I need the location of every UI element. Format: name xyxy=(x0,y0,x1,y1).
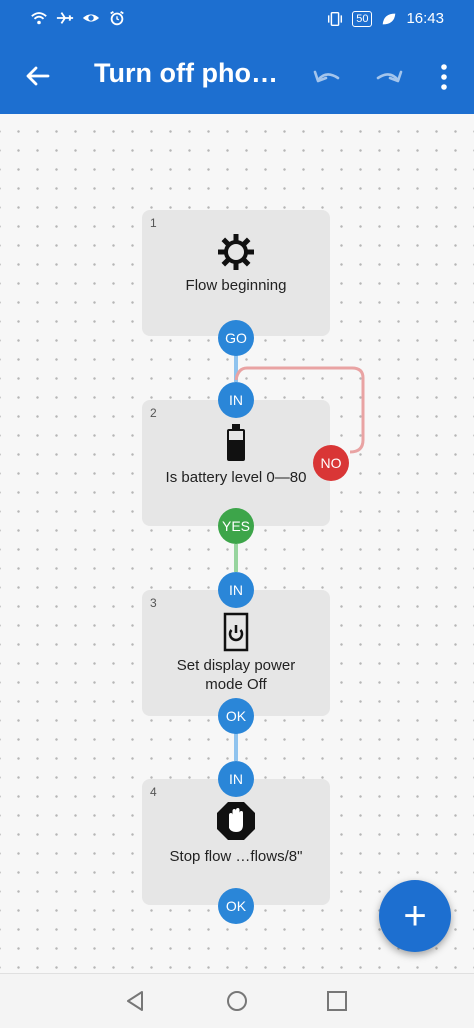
flow-card-4[interactable]: 4 Stop flow …flows/8" xyxy=(142,779,330,905)
recents-square-icon[interactable] xyxy=(323,987,351,1015)
redo-icon[interactable] xyxy=(372,62,406,92)
status-right-icons: 50 16:43 xyxy=(326,10,444,27)
battery-icon xyxy=(227,424,245,461)
card-label-line1: Set display power xyxy=(176,657,296,674)
airplane-icon xyxy=(56,12,74,24)
eye-icon xyxy=(82,14,100,22)
leaf-icon xyxy=(383,13,396,24)
back-arrow-icon[interactable] xyxy=(22,60,54,92)
status-left-icons xyxy=(30,10,126,26)
card-label-line2: mode Off xyxy=(205,676,267,693)
port-yes[interactable]: YES xyxy=(218,508,254,544)
port-go[interactable]: GO xyxy=(218,320,254,356)
card-number: 4 xyxy=(150,785,157,799)
home-circle-icon[interactable] xyxy=(223,987,251,1015)
battery-level: 50 xyxy=(352,10,373,27)
port-in[interactable]: IN xyxy=(218,382,254,418)
card-number: 3 xyxy=(150,596,157,610)
card-number: 1 xyxy=(150,216,157,230)
flow-title: Turn off pho… xyxy=(94,58,278,88)
gear-icon xyxy=(218,234,254,270)
vibrate-icon xyxy=(328,11,343,26)
card-label: Flow beginning xyxy=(185,277,287,294)
port-ok[interactable]: OK xyxy=(218,698,254,734)
flow-card-1[interactable]: 1 Flow beginning xyxy=(142,210,330,336)
port-no[interactable]: NO xyxy=(313,445,349,481)
card-number: 2 xyxy=(150,406,157,420)
app-bar: Turn off pho… xyxy=(0,38,474,114)
undo-icon[interactable] xyxy=(310,62,344,92)
system-nav-bar xyxy=(0,973,474,1028)
back-triangle-icon[interactable] xyxy=(122,987,150,1015)
port-ok[interactable]: OK xyxy=(218,888,254,924)
more-vert-icon[interactable] xyxy=(432,60,456,94)
card-label: Is battery level 0—80 xyxy=(165,469,307,486)
wifi-icon xyxy=(31,12,47,25)
add-block-button[interactable]: + xyxy=(379,880,451,952)
power-button-icon xyxy=(223,612,249,652)
port-in[interactable]: IN xyxy=(218,761,254,797)
port-in[interactable]: IN xyxy=(218,572,254,608)
flow-canvas[interactable]: 1 Flow beginning GO 2 Is battery level 0… xyxy=(0,114,474,973)
stop-hand-icon xyxy=(217,802,255,840)
status-time: 16:43 xyxy=(406,10,444,27)
alarm-icon xyxy=(110,10,124,26)
card-label: Stop flow …flows/8" xyxy=(169,848,303,865)
status-bar: 50 16:43 xyxy=(0,0,474,38)
